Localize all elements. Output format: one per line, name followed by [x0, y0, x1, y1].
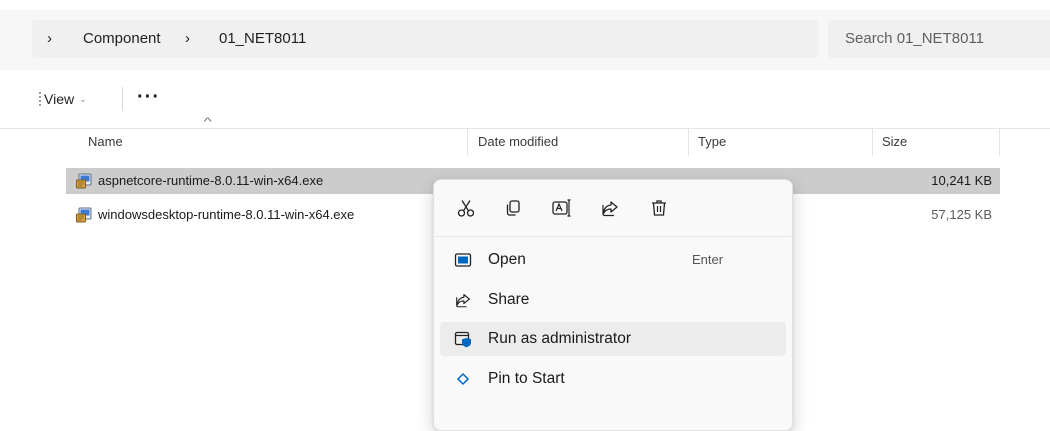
cut-button[interactable]: [450, 192, 482, 224]
column-divider[interactable]: [872, 128, 873, 156]
context-menu-quick-actions: [434, 180, 792, 236]
share-icon: [456, 294, 470, 308]
installer-exe-icon: [76, 207, 92, 223]
file-name: aspnetcore-runtime-8.0.11-win-x64.exe: [98, 173, 324, 188]
menu-item-label: Run as administrator: [488, 330, 632, 347]
pin-icon: [456, 372, 470, 386]
search-input[interactable]: Search 01_NET8011: [828, 20, 1050, 58]
column-header-name[interactable]: Name: [88, 128, 123, 156]
open-icon: [454, 253, 472, 267]
column-divider[interactable]: [999, 128, 1000, 156]
cut-icon: [457, 200, 475, 217]
file-size: 57,125 KB: [931, 207, 992, 222]
sort-ascending-icon: ^: [203, 116, 212, 128]
command-bar: View ⌄ ···: [0, 70, 1050, 129]
view-button[interactable]: View ⌄: [44, 70, 87, 128]
context-menu-separator: [435, 236, 791, 237]
address-bar-row: › Component › 01_NET8011 Search 01_NET80…: [0, 10, 1050, 71]
breadcrumb-item-current-folder[interactable]: 01_NET8011: [219, 20, 306, 58]
menu-item-label: Open: [488, 251, 526, 268]
menu-item-pin-to-start[interactable]: Pin to Start: [440, 362, 786, 396]
copy-icon: [506, 200, 520, 216]
rename-icon: [552, 199, 571, 217]
menu-item-share[interactable]: Share: [440, 283, 786, 317]
breadcrumb-item-component[interactable]: Component: [83, 20, 161, 58]
chevron-down-icon: ⌄: [79, 94, 87, 104]
menu-item-run-as-administrator[interactable]: Run as administrator: [440, 322, 786, 356]
menu-item-label: Pin to Start: [488, 370, 565, 387]
share-icon: [602, 201, 618, 217]
search-placeholder: Search 01_NET8011: [845, 30, 984, 47]
share-button[interactable]: [594, 192, 626, 224]
context-menu: Open Enter Share Run as administrator Pi…: [433, 179, 793, 431]
menu-item-shortcut: Enter: [692, 252, 724, 267]
breadcrumb-chevron[interactable]: ›: [185, 20, 190, 58]
more-options-button[interactable]: ···: [137, 70, 160, 128]
shield-icon: [454, 331, 471, 348]
installer-exe-icon: [76, 173, 92, 189]
column-header-date-modified[interactable]: Date modified: [478, 128, 558, 156]
breadcrumb-chevron[interactable]: ›: [47, 20, 52, 58]
column-divider[interactable]: [467, 128, 468, 156]
column-header-size[interactable]: Size: [882, 128, 907, 156]
toolbar-divider: [122, 87, 123, 111]
delete-icon: [652, 200, 666, 216]
column-divider[interactable]: [688, 128, 689, 156]
file-size: 10,241 KB: [931, 173, 992, 188]
menu-item-label: Share: [488, 291, 530, 308]
menu-item-open[interactable]: Open Enter: [440, 243, 786, 277]
rename-button[interactable]: [546, 192, 578, 224]
delete-button[interactable]: [643, 192, 675, 224]
copy-button[interactable]: [497, 192, 529, 224]
file-name: windowsdesktop-runtime-8.0.11-win-x64.ex…: [98, 207, 355, 222]
breadcrumb[interactable]: › Component › 01_NET8011: [32, 20, 818, 58]
view-button-label: View: [44, 91, 75, 107]
toolbar-overflow-grip: [39, 92, 43, 106]
column-header-type[interactable]: Type: [698, 128, 726, 156]
